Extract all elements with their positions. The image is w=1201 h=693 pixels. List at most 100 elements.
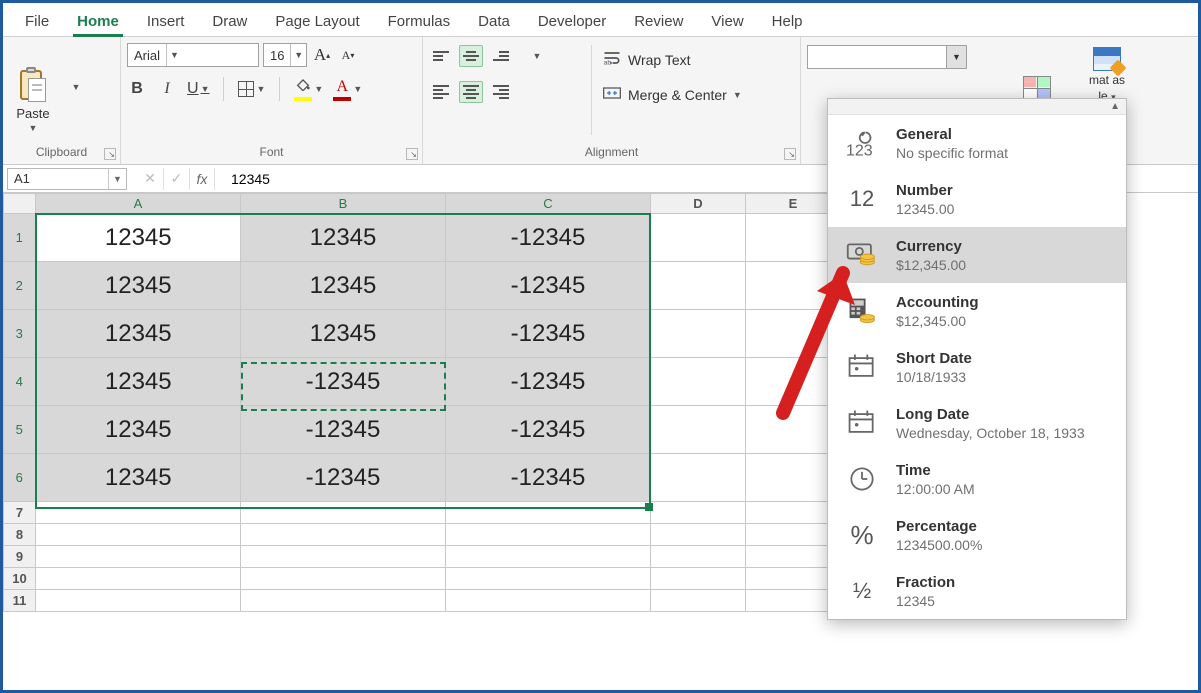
cell-A4[interactable]: 12345 xyxy=(36,358,241,406)
cell-A9[interactable] xyxy=(36,546,241,568)
column-header-C[interactable]: C xyxy=(446,194,651,214)
align-top-button[interactable] xyxy=(429,45,453,67)
font-dialog-launcher[interactable] xyxy=(406,148,418,160)
cell-B2[interactable]: 12345 xyxy=(241,262,446,310)
tab-help[interactable]: Help xyxy=(758,7,817,36)
tab-page-layout[interactable]: Page Layout xyxy=(261,7,373,36)
format-option-time[interactable]: Time12:00:00 AM xyxy=(828,451,1126,507)
fill-color-button[interactable]: ▼ xyxy=(294,77,323,101)
align-bottom-button[interactable] xyxy=(489,45,513,67)
tab-file[interactable]: File xyxy=(11,7,63,36)
cell-D3[interactable] xyxy=(651,310,746,358)
format-painter-button[interactable] xyxy=(61,105,89,129)
italic-button[interactable]: I xyxy=(157,77,177,101)
font-name-combo[interactable]: Arial ▼ xyxy=(127,43,259,67)
cell-C10[interactable] xyxy=(446,568,651,590)
cell-B4[interactable]: -12345 xyxy=(241,358,446,406)
cut-button[interactable] xyxy=(61,45,89,69)
align-center-button[interactable] xyxy=(459,81,483,103)
format-option-accounting[interactable]: Accounting $12,345.00 xyxy=(828,283,1126,339)
cell-B5[interactable]: -12345 xyxy=(241,406,446,454)
cell-D4[interactable] xyxy=(651,358,746,406)
cell-A5[interactable]: 12345 xyxy=(36,406,241,454)
format-option-fraction[interactable]: ½ Fraction12345 xyxy=(828,563,1126,619)
alignment-dialog-launcher[interactable] xyxy=(784,148,796,160)
paste-button[interactable]: Paste ▼ xyxy=(9,41,57,135)
cell-D7[interactable] xyxy=(651,502,746,524)
cell-A2[interactable]: 12345 xyxy=(36,262,241,310)
cell-C8[interactable] xyxy=(446,524,651,546)
row-header-5[interactable]: 5 xyxy=(4,406,36,454)
tab-view[interactable]: View xyxy=(697,7,757,36)
cancel-formula-button[interactable]: ✕ xyxy=(137,168,163,190)
cell-A7[interactable] xyxy=(36,502,241,524)
cell-A3[interactable]: 12345 xyxy=(36,310,241,358)
cell-B9[interactable] xyxy=(241,546,446,568)
row-header-6[interactable]: 6 xyxy=(4,454,36,502)
orientation-button[interactable]: ab ▼ xyxy=(525,45,549,67)
cell-B1[interactable]: 12345 xyxy=(241,214,446,262)
number-format-combo[interactable]: ▼ xyxy=(807,45,967,69)
cell-D11[interactable] xyxy=(651,590,746,612)
insert-function-button[interactable]: fx xyxy=(189,168,215,190)
align-left-button[interactable] xyxy=(429,81,453,103)
align-middle-button[interactable] xyxy=(459,45,483,67)
cell-C11[interactable] xyxy=(446,590,651,612)
tab-formulas[interactable]: Formulas xyxy=(374,7,465,36)
cell-C3[interactable]: -12345 xyxy=(446,310,651,358)
cell-C6[interactable]: -12345 xyxy=(446,454,651,502)
decrease-indent-button[interactable] xyxy=(525,81,549,103)
row-header-10[interactable]: 10 xyxy=(4,568,36,590)
cell-A11[interactable] xyxy=(36,590,241,612)
column-header-B[interactable]: B xyxy=(241,194,446,214)
row-header-3[interactable]: 3 xyxy=(4,310,36,358)
cell-A1[interactable]: 12345 xyxy=(36,214,241,262)
cell-B3[interactable]: 12345 xyxy=(241,310,446,358)
format-option-percentage[interactable]: % Percentage1234500.00% xyxy=(828,507,1126,563)
cell-C5[interactable]: -12345 xyxy=(446,406,651,454)
cell-A6[interactable]: 12345 xyxy=(36,454,241,502)
conditional-formatting-icon[interactable] xyxy=(1023,76,1051,100)
enter-formula-button[interactable]: ✓ xyxy=(163,168,189,190)
format-as-table-icon[interactable] xyxy=(1093,47,1121,71)
increase-font-size-button[interactable]: A▴ xyxy=(311,43,333,67)
tab-developer[interactable]: Developer xyxy=(524,7,620,36)
cell-B10[interactable] xyxy=(241,568,446,590)
format-option-general[interactable]: 123 GeneralNo specific format xyxy=(828,115,1126,171)
cell-A10[interactable] xyxy=(36,568,241,590)
cell-C2[interactable]: -12345 xyxy=(446,262,651,310)
scroll-up-button[interactable]: ▲ xyxy=(828,99,1126,115)
merge-center-button[interactable]: Merge & Center ▼ xyxy=(602,84,742,105)
tab-data[interactable]: Data xyxy=(464,7,524,36)
cell-D9[interactable] xyxy=(651,546,746,568)
align-right-button[interactable] xyxy=(489,81,513,103)
underline-button[interactable]: U▼ xyxy=(187,77,209,101)
cell-D8[interactable] xyxy=(651,524,746,546)
increase-indent-button[interactable] xyxy=(555,81,579,103)
font-color-button[interactable]: A ▼ xyxy=(333,77,362,101)
copy-button[interactable]: ▼ xyxy=(61,75,89,99)
cell-B6[interactable]: -12345 xyxy=(241,454,446,502)
tab-home[interactable]: Home xyxy=(63,7,133,36)
borders-button[interactable]: ▼ xyxy=(238,77,265,101)
cell-D5[interactable] xyxy=(651,406,746,454)
cell-C9[interactable] xyxy=(446,546,651,568)
name-box[interactable]: A1 ▼ xyxy=(7,168,127,190)
decrease-font-size-button[interactable]: A▾ xyxy=(337,43,359,67)
cell-D2[interactable] xyxy=(651,262,746,310)
row-header-8[interactable]: 8 xyxy=(4,524,36,546)
font-size-combo[interactable]: 16 ▼ xyxy=(263,43,307,67)
format-option-currency[interactable]: Currency$12,345.00 xyxy=(828,227,1126,283)
cell-A8[interactable] xyxy=(36,524,241,546)
format-option-number[interactable]: 12 Number12345.00 xyxy=(828,171,1126,227)
row-header-11[interactable]: 11 xyxy=(4,590,36,612)
row-header-2[interactable]: 2 xyxy=(4,262,36,310)
cell-D10[interactable] xyxy=(651,568,746,590)
wrap-text-button[interactable]: ab Wrap Text xyxy=(602,49,742,70)
clipboard-dialog-launcher[interactable] xyxy=(104,148,116,160)
cell-C7[interactable] xyxy=(446,502,651,524)
bold-button[interactable]: B xyxy=(127,77,147,101)
column-header-D[interactable]: D xyxy=(651,194,746,214)
tab-review[interactable]: Review xyxy=(620,7,697,36)
tab-insert[interactable]: Insert xyxy=(133,7,199,36)
